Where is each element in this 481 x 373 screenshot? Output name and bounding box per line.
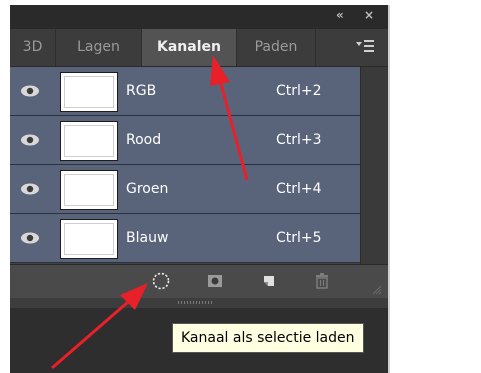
channel-row-blauw[interactable]: Blauw Ctrl+5 [10,214,360,263]
load-selection-icon[interactable] [151,271,171,291]
tab-paden[interactable]: Paden [237,29,316,66]
panel-right-border [388,5,390,373]
channel-thumbnail [60,72,118,112]
channel-shortcut: Ctrl+5 [276,230,322,246]
resize-grip-icon[interactable] [370,283,382,295]
tab-3d[interactable]: 3D [10,29,56,66]
collapse-panel-button[interactable]: « [336,8,344,22]
channel-shortcut: Ctrl+4 [276,181,322,197]
channel-shortcut: Ctrl+3 [276,132,322,148]
channel-name: Rood [126,132,162,148]
trash-icon[interactable] [312,271,332,291]
channel-name: RGB [126,83,157,99]
channel-shortcut: Ctrl+2 [276,83,322,99]
channel-name: Groen [126,181,169,197]
visibility-eye-icon[interactable] [20,133,40,147]
grip-dots [178,301,212,304]
panel-tab-bar: 3D Lagen Kanalen Paden [10,29,388,67]
channel-thumbnail [60,219,118,259]
channels-panel: « × 3D Lagen Kanalen Paden RGB Ctrl+2 Ro… [10,5,389,373]
panel-footer-toolbar [10,264,388,299]
close-panel-button[interactable]: × [364,8,374,22]
channel-row-groen[interactable]: Groen Ctrl+4 [10,165,360,214]
channel-thumbnail [60,121,118,161]
panel-title-bar: « × [10,5,388,29]
panel-menu-icon[interactable] [356,39,374,53]
tooltip-load-selection: Kanaal als selectie laden [172,323,364,353]
channel-row-rgb[interactable]: RGB Ctrl+2 [10,67,360,116]
channel-name: Blauw [126,230,169,246]
visibility-eye-icon[interactable] [20,182,40,196]
tab-lagen[interactable]: Lagen [56,29,142,66]
tab-kanalen[interactable]: Kanalen [142,29,237,66]
channel-thumbnail [60,170,118,210]
visibility-eye-icon[interactable] [20,84,40,98]
channel-list: RGB Ctrl+2 Rood Ctrl+3 Groen Ctrl+4 Blau… [10,67,360,264]
visibility-eye-icon[interactable] [20,231,40,245]
vertical-scrollbar[interactable] [360,67,389,264]
save-selection-icon[interactable] [205,271,225,291]
panel-resize-handle[interactable] [10,298,388,308]
channel-row-rood[interactable]: Rood Ctrl+3 [10,116,360,165]
new-channel-icon[interactable] [259,271,279,291]
